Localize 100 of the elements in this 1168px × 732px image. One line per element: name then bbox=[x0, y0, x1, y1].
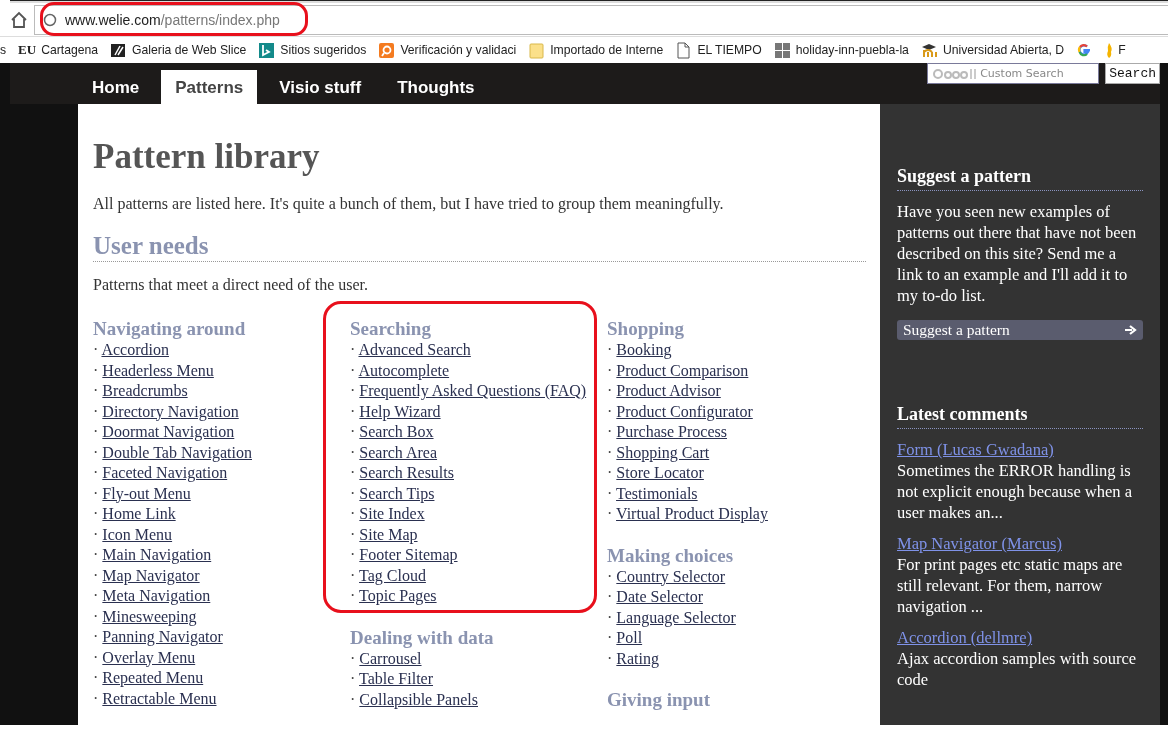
pattern-link[interactable]: Breadcrumbs bbox=[102, 382, 188, 399]
ring-logo-icon bbox=[378, 41, 396, 59]
address-bar[interactable]: www.welie.com/patterns/index.php bbox=[34, 4, 1168, 35]
pattern-link[interactable]: Faceted Navigation bbox=[102, 464, 228, 481]
pattern-link[interactable]: Site Index bbox=[359, 505, 425, 522]
pattern-link[interactable]: Topic Pages bbox=[359, 587, 437, 604]
bullet: · bbox=[93, 628, 99, 645]
bookmark-item[interactable]: Cartagena bbox=[41, 43, 99, 57]
pattern-link[interactable]: Language Selector bbox=[616, 608, 736, 626]
comment-text: Sometimes the ERROR handling is not explicit enough because when a user makes an... bbox=[897, 460, 1134, 523]
bullet: · bbox=[607, 423, 613, 440]
bing-icon bbox=[258, 41, 276, 59]
pattern-link[interactable]: Retractable Menu bbox=[102, 689, 217, 707]
pattern-link[interactable]: Headerless Menu bbox=[102, 361, 214, 379]
pattern-link[interactable]: Home Link bbox=[102, 505, 176, 522]
pattern-link[interactable]: Overlay Menu bbox=[102, 648, 196, 666]
pattern-link[interactable]: Testimonials bbox=[616, 484, 698, 502]
nav-tab[interactable]: Patterns bbox=[161, 70, 258, 104]
group-heading: Making choices bbox=[607, 544, 735, 566]
search-button[interactable]: Search bbox=[1105, 63, 1160, 84]
pattern-link[interactable]: Main Navigation bbox=[102, 546, 212, 563]
search-field[interactable]: Custom Search bbox=[927, 63, 1100, 84]
bullet: · bbox=[93, 361, 99, 379]
pattern-link[interactable]: Rating bbox=[616, 649, 659, 667]
pattern-link[interactable]: Product Comparison bbox=[616, 361, 749, 379]
info-icon bbox=[43, 12, 57, 27]
bullet: · bbox=[350, 484, 356, 502]
nav-tab[interactable]: Thoughts bbox=[383, 70, 489, 104]
pattern-link[interactable]: Shopping Cart bbox=[616, 443, 710, 461]
pattern-link[interactable]: Booking bbox=[616, 341, 672, 358]
folder-icon bbox=[528, 41, 546, 59]
pattern-link[interactable]: Search Tips bbox=[359, 484, 435, 502]
bullet: · bbox=[93, 382, 99, 399]
pattern-link[interactable]: Icon Menu bbox=[102, 525, 173, 543]
suggest-button[interactable]: Suggest a pattern bbox=[897, 320, 1143, 340]
pattern-link[interactable]: Help Wizard bbox=[359, 402, 441, 420]
pattern-link[interactable]: Search Results bbox=[359, 464, 454, 481]
pattern-link[interactable]: Table Filter bbox=[359, 670, 433, 687]
bookmark-item[interactable]: s bbox=[0, 43, 7, 57]
pattern-link[interactable]: Footer Sitemap bbox=[359, 546, 458, 563]
bullet: · bbox=[93, 669, 99, 686]
bookmark-item[interactable]: Universidad Abierta, D bbox=[942, 43, 1065, 57]
pattern-link[interactable]: Autocomplete bbox=[358, 361, 450, 379]
pattern-link[interactable]: Virtual Product Display bbox=[616, 505, 768, 522]
pattern-link[interactable]: Minesweeping bbox=[102, 607, 197, 625]
pattern-link[interactable]: Poll bbox=[616, 629, 643, 646]
bullet: · bbox=[607, 402, 613, 420]
pattern-link[interactable]: Product Configurator bbox=[616, 402, 753, 420]
bullet: · bbox=[93, 341, 99, 358]
pattern-link[interactable]: Search Box bbox=[359, 423, 434, 440]
bookmark-item[interactable]: Verificación y validaci bbox=[400, 43, 517, 57]
nav-tab[interactable]: Home bbox=[78, 70, 154, 104]
bullet: · bbox=[93, 484, 99, 502]
pattern-link[interactable]: Carrousel bbox=[359, 649, 422, 667]
nav-tab[interactable]: Visio stuff bbox=[265, 70, 376, 104]
pattern-link[interactable]: Tag Cloud bbox=[359, 566, 426, 584]
pattern-link[interactable]: Frequently Asked Questions (FAQ) bbox=[359, 382, 587, 399]
pattern-link[interactable]: Store Locator bbox=[616, 464, 704, 481]
comment-link[interactable]: Accordion (dellmre) bbox=[897, 627, 1143, 648]
bullet: · bbox=[350, 546, 356, 563]
slice-icon bbox=[110, 41, 128, 59]
bullet: · bbox=[350, 402, 356, 420]
bullet: · bbox=[350, 423, 356, 440]
bullet: · bbox=[607, 649, 613, 667]
bullet: · bbox=[607, 341, 613, 358]
pattern-link[interactable]: Double Tab Navigation bbox=[102, 443, 252, 461]
pattern-link[interactable]: Accordion bbox=[101, 341, 169, 358]
bookmark-item[interactable]: Importado de Interne bbox=[550, 43, 664, 57]
pattern-link[interactable]: Search Area bbox=[359, 443, 438, 461]
group-heading: Dealing with data bbox=[350, 626, 495, 648]
pattern-link[interactable]: Advanced Search bbox=[358, 341, 471, 358]
pattern-link[interactable]: Date Selector bbox=[616, 588, 703, 605]
pattern-link[interactable]: Fly-out Menu bbox=[102, 484, 191, 502]
section-description: Patterns that meet a direct need of the user. bbox=[93, 276, 369, 294]
pattern-link[interactable]: Repeated Menu bbox=[102, 669, 204, 686]
flame-icon bbox=[1105, 42, 1114, 58]
bullet: · bbox=[350, 649, 356, 667]
bullet: · bbox=[93, 505, 99, 522]
pattern-link[interactable]: Collapsible Panels bbox=[359, 690, 478, 708]
sidebar-heading: Latest comments bbox=[897, 404, 1143, 429]
pattern-link[interactable]: Product Advisor bbox=[616, 382, 721, 399]
bullet: · bbox=[93, 607, 99, 625]
pattern-link[interactable]: Country Selector bbox=[616, 567, 726, 585]
pattern-link[interactable]: Purchase Process bbox=[616, 423, 727, 440]
bookmark-item[interactable]: F bbox=[1118, 43, 1126, 57]
pattern-link[interactable]: Site Map bbox=[359, 525, 418, 543]
pattern-link[interactable]: Meta Navigation bbox=[102, 587, 211, 604]
bookmark-item[interactable]: holiday-inn-puebla-la bbox=[795, 43, 909, 57]
bookmark-item[interactable]: Galeria de Web Slice bbox=[132, 43, 247, 57]
pattern-link[interactable]: Map Navigator bbox=[102, 566, 200, 584]
bookmark-item[interactable]: EL TIEMPO bbox=[697, 43, 762, 57]
pattern-link[interactable]: Directory Navigation bbox=[102, 402, 239, 420]
comment-link[interactable]: Form (Lucas Gwadana) bbox=[897, 439, 1143, 460]
bookmark-item[interactable]: Sitios sugeridos bbox=[280, 43, 367, 57]
pattern-link[interactable]: Panning Navigator bbox=[102, 628, 223, 645]
url-text: www.welie.com/patterns/index.php bbox=[65, 11, 280, 28]
comment-text: For print pages etc static maps are still relevant. For them, narrow navigation ... bbox=[897, 554, 1124, 617]
pattern-link[interactable]: Doormat Navigation bbox=[102, 423, 235, 440]
comment-link[interactable]: Map Navigator (Marcus) bbox=[897, 533, 1143, 554]
bullet: · bbox=[93, 525, 99, 543]
